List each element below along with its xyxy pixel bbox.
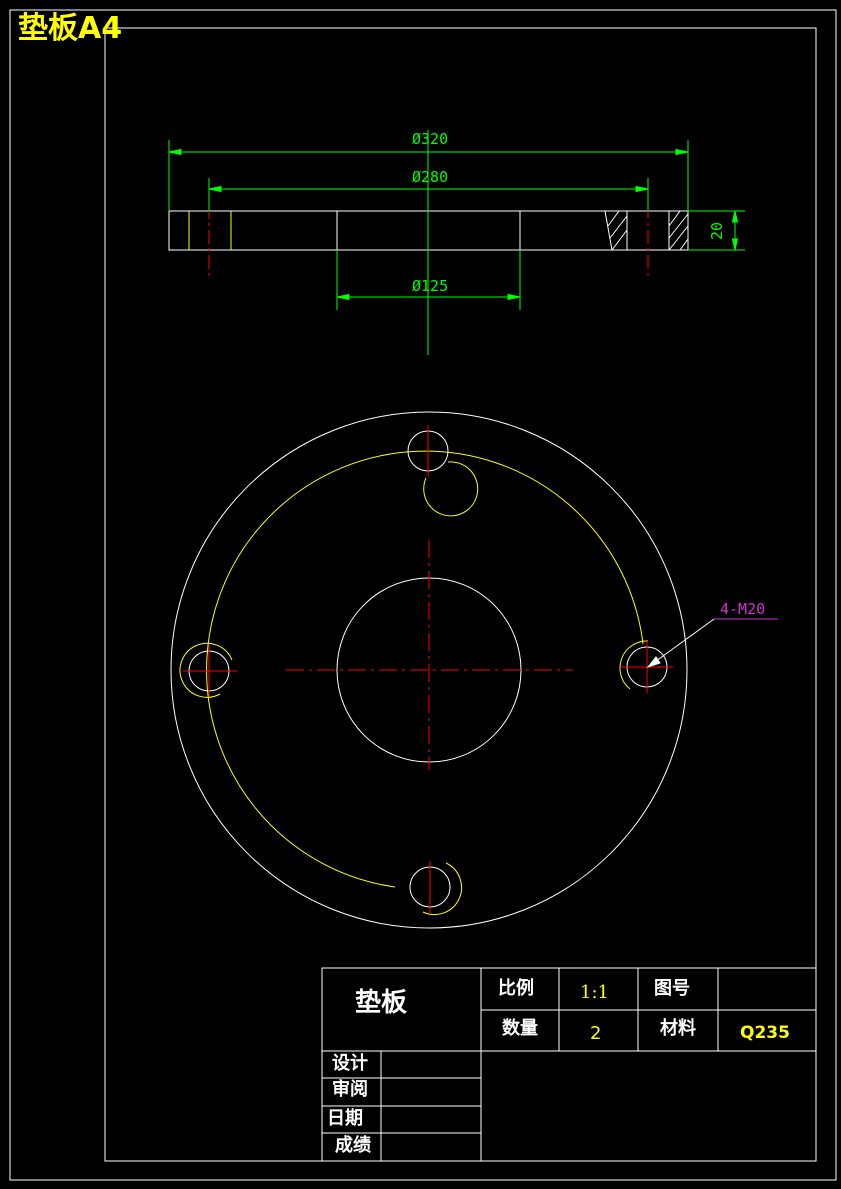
review-label: 审阅 bbox=[332, 1079, 368, 1100]
scale-label: 比例 bbox=[498, 978, 534, 999]
drawing-no-label: 图号 bbox=[654, 978, 690, 999]
dim-pitch-diameter-label: Ø280 bbox=[412, 168, 449, 186]
dim-thickness-label: 20 bbox=[708, 221, 726, 240]
quantity-label: 数量 bbox=[502, 1018, 538, 1039]
bolt-hole-top bbox=[407, 430, 479, 517]
design-label: 设计 bbox=[332, 1053, 368, 1074]
material-value: Q235 bbox=[740, 1023, 790, 1043]
dim-inner-diameter-label: Ø125 bbox=[412, 277, 449, 295]
hole-callout-label: 4-M20 bbox=[720, 600, 766, 618]
right-hole-edge-1 bbox=[604, 210, 613, 251]
grade-label: 成绩 bbox=[335, 1135, 371, 1156]
pitch-circle bbox=[206, 450, 644, 888]
plan-view bbox=[170, 411, 778, 929]
material-label: 材料 bbox=[660, 1018, 696, 1039]
inner-drawing-frame bbox=[104, 27, 817, 1162]
bolt-hole-bottom bbox=[409, 862, 463, 916]
section-view bbox=[168, 130, 745, 355]
sheet-title: 垫板A4 bbox=[18, 11, 123, 46]
scale-value: 1:1 bbox=[580, 982, 609, 1003]
dim-outer-diameter-label: Ø320 bbox=[412, 130, 449, 148]
date-label: 日期 bbox=[327, 1108, 363, 1129]
part-name: 垫板 bbox=[355, 988, 408, 1018]
bolt-hole-right bbox=[619, 640, 668, 690]
bolt-hole-left bbox=[179, 642, 233, 698]
quantity-value: 2 bbox=[590, 1023, 602, 1044]
hole-callout-leader bbox=[646, 618, 715, 669]
